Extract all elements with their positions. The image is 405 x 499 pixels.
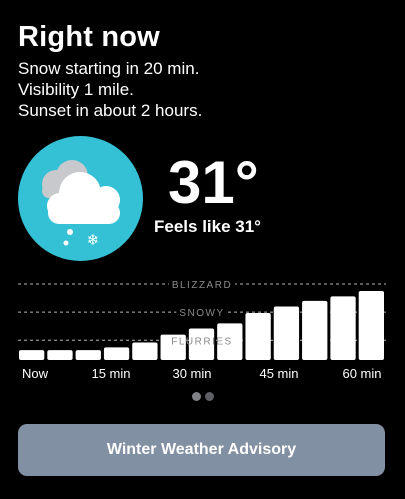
x-tick-label: Now <box>22 366 49 381</box>
precip-bar <box>132 342 158 360</box>
winter-weather-advisory-button[interactable]: Winter Weather Advisory <box>18 424 385 476</box>
precip-bar <box>47 350 73 360</box>
svg-text:❄: ❄ <box>87 231 100 249</box>
level-label-flurries: FLURRIES <box>171 336 232 347</box>
precip-bar <box>330 296 356 360</box>
precip-bar <box>358 291 384 360</box>
x-tick-label: 30 min <box>172 366 211 381</box>
precip-bar <box>302 300 328 360</box>
summary-line-snow: Snow starting in 20 min. <box>18 59 200 78</box>
page-title: Right now <box>18 21 160 53</box>
feels-like-label: Feels like 31° <box>154 217 261 236</box>
precip-bar <box>273 306 300 360</box>
level-label-blizzard: BLIZZARD <box>172 280 232 291</box>
weather-summary: Snow starting in 20 min. Visibility 1 mi… <box>18 58 202 121</box>
level-label-snowy: SNOWY <box>179 308 224 319</box>
x-tick-label: 15 min <box>91 366 130 381</box>
page-indicator[interactable] <box>0 392 405 404</box>
x-tick-label: 45 min <box>259 366 298 381</box>
precip-bar <box>75 350 101 360</box>
precip-bar <box>19 350 45 360</box>
x-tick-label: 60 min <box>342 366 381 381</box>
advisory-label: Winter Weather Advisory <box>106 441 297 458</box>
summary-line-sunset: Sunset in about 2 hours. <box>18 101 203 120</box>
snow-cloud-icon: ❄ <box>18 136 143 261</box>
current-temperature: 31° <box>168 149 259 216</box>
precipitation-chart: FLURRIES SNOWY BLIZZARD Now 15 min 30 min 45 m… <box>18 280 386 381</box>
page-dot-2[interactable] <box>204 392 214 401</box>
summary-line-visibility: Visibility 1 mile. <box>18 80 134 99</box>
precip-bar <box>103 347 130 360</box>
precip-bar <box>245 312 271 360</box>
page-dot-1[interactable] <box>191 392 201 401</box>
